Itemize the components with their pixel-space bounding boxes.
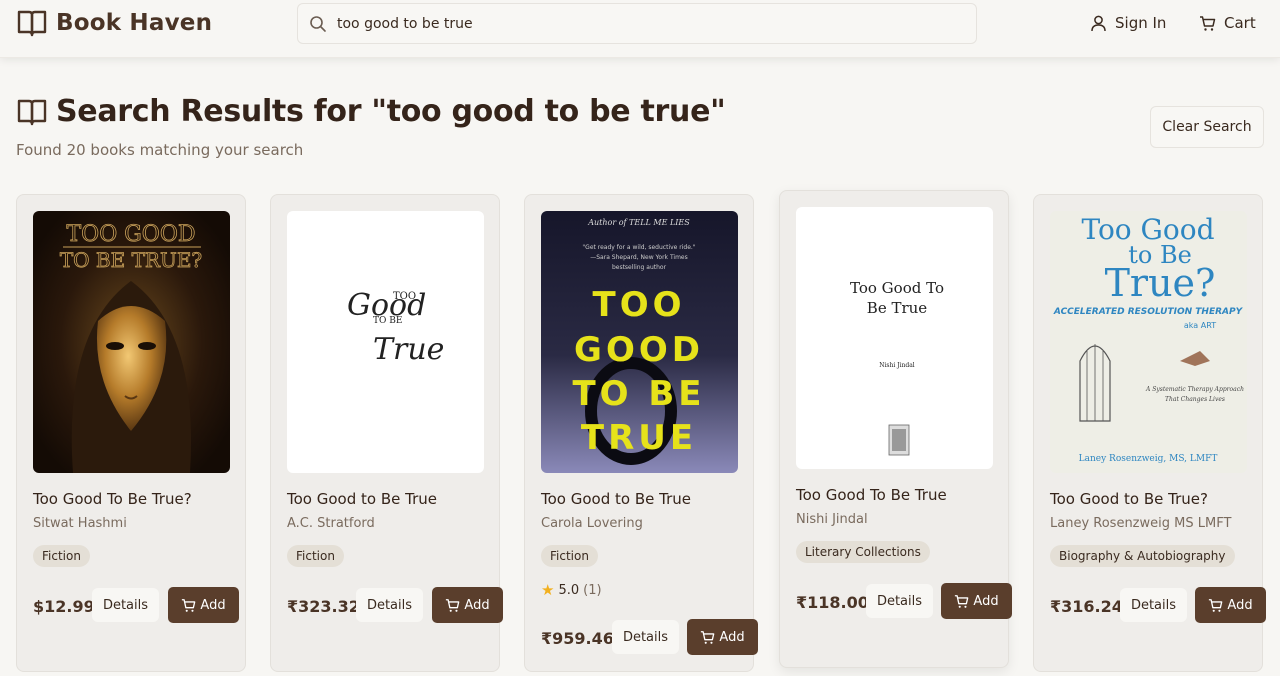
details-button[interactable]: Details (1120, 588, 1187, 622)
svg-text:A Systematic Therapy Approach: A Systematic Therapy Approach (1145, 386, 1244, 393)
cart-icon (955, 594, 969, 608)
book-title[interactable]: Too Good to Be True (541, 490, 691, 508)
top-header: Book Haven Sign In Cart (0, 0, 1280, 58)
cover-image: Too Good to Be True? ACCELERATED RESOLUT… (1050, 211, 1247, 473)
svg-text:Laney Rosenzweig, MS, LMFT: Laney Rosenzweig, MS, LMFT (1079, 454, 1218, 464)
book-author: Carola Lovering (541, 516, 643, 531)
svg-text:Too Good To: Too Good To (850, 279, 944, 297)
add-label: Add (200, 597, 226, 613)
details-button[interactable]: Details (92, 588, 159, 622)
brand-name: Book Haven (56, 10, 213, 36)
svg-text:True?: True? (1105, 261, 1216, 305)
search-icon (310, 15, 326, 32)
add-label: Add (1227, 597, 1253, 613)
cart-icon (1209, 598, 1223, 612)
book-price: ₹316.24 (1050, 597, 1123, 616)
book-card[interactable]: TOO GOOD TO BE TRUE? Too Good To Be True… (16, 194, 246, 672)
cart-icon (182, 598, 196, 612)
book-title[interactable]: Too Good to Be True (287, 490, 437, 508)
book-title[interactable]: Too Good to Be True? (1050, 490, 1208, 508)
results-count: Found 20 books matching your search (16, 141, 304, 159)
add-label: Add (719, 629, 745, 645)
svg-text:Be True: Be True (867, 299, 928, 317)
cover-image: TOO GOOD TO BE TRUE? (33, 211, 230, 473)
results-heading: Search Results for "too good to be true" (16, 94, 726, 129)
svg-text:Nishi Jindal: Nishi Jindal (879, 362, 915, 369)
rating-value: 5.0 (558, 582, 580, 598)
book-title[interactable]: Too Good To Be True (796, 486, 947, 504)
book-price: $12.99 (33, 597, 95, 616)
user-icon (1091, 15, 1106, 31)
add-label: Add (464, 597, 490, 613)
svg-text:TOO: TOO (593, 285, 686, 325)
cart-button[interactable]: Cart (1199, 14, 1256, 32)
svg-text:TO BE: TO BE (373, 316, 402, 326)
add-to-cart-button[interactable]: Add (1195, 587, 1266, 623)
sign-in-label: Sign In (1115, 14, 1167, 32)
genre-badge: Literary Collections (796, 541, 930, 563)
cover-image: TOO Good TO BE True (287, 211, 484, 473)
brand-logo[interactable]: Book Haven (16, 8, 212, 38)
book-cover[interactable]: TOO GOOD TO BE TRUE? (33, 211, 230, 473)
svg-text:"Get ready for a wild, seducti: "Get ready for a wild, seductive ride." (582, 244, 695, 251)
book-cover[interactable]: Too Good to Be True? ACCELERATED RESOLUT… (1050, 211, 1247, 473)
page-title: Search Results for "too good to be true" (56, 94, 726, 129)
svg-text:bestselling author: bestselling author (612, 264, 667, 271)
book-card[interactable]: TOO Good TO BE True Too Good to Be True … (270, 194, 503, 672)
book-cover[interactable]: TOO Good TO BE True (287, 211, 484, 473)
book-card[interactable]: Too Good to Be True? ACCELERATED RESOLUT… (1033, 194, 1266, 672)
search-input[interactable] (337, 15, 937, 32)
add-label: Add (973, 593, 999, 609)
add-to-cart-button[interactable]: Add (941, 583, 1012, 619)
genre-badge: Biography & Autobiography (1050, 545, 1235, 567)
rating: ★ 5.0 (1) (541, 581, 602, 599)
svg-text:Author of TELL ME LIES: Author of TELL ME LIES (587, 218, 690, 227)
svg-text:—Sara Shepard, New York Times: —Sara Shepard, New York Times (590, 254, 688, 261)
genre-badge: Fiction (541, 545, 598, 567)
open-book-icon (17, 99, 47, 125)
search-bar[interactable] (297, 3, 977, 44)
rating-count: (1) (583, 582, 602, 598)
book-cover[interactable]: Too Good To Be True Nishi Jindal (796, 207, 993, 469)
book-author: Nishi Jindal (796, 512, 868, 527)
book-card[interactable]: Author of TELL ME LIES "Get ready for a … (524, 194, 758, 672)
svg-text:True: True (373, 332, 444, 367)
book-price: ₹959.46 (541, 629, 614, 648)
cart-label: Cart (1224, 14, 1256, 32)
details-button[interactable]: Details (356, 588, 423, 622)
add-to-cart-button[interactable]: Add (432, 587, 503, 623)
star-icon: ★ (541, 581, 555, 599)
cart-icon (701, 630, 715, 644)
details-button[interactable]: Details (612, 620, 679, 654)
svg-text:GOOD: GOOD (574, 330, 704, 370)
book-author: Laney Rosenzweig MS LMFT (1050, 516, 1232, 531)
cart-icon (1200, 15, 1216, 31)
book-title[interactable]: Too Good To Be True? (33, 490, 192, 508)
open-book-icon (17, 10, 47, 37)
book-card[interactable]: Too Good To Be True Nishi Jindal Too Goo… (779, 190, 1012, 668)
cover-image: Author of TELL ME LIES "Get ready for a … (541, 211, 738, 473)
book-cover[interactable]: Author of TELL ME LIES "Get ready for a … (541, 211, 738, 473)
svg-text:ACCELERATED RESOLUTION THERAPY: ACCELERATED RESOLUTION THERAPY (1053, 307, 1244, 317)
book-author: A.C. Stratford (287, 516, 375, 531)
genre-badge: Fiction (287, 545, 344, 567)
add-to-cart-button[interactable]: Add (687, 619, 758, 655)
cover-image: Too Good To Be True Nishi Jindal (796, 207, 993, 469)
genre-badge: Fiction (33, 545, 90, 567)
sign-in-button[interactable]: Sign In (1090, 14, 1166, 32)
add-to-cart-button[interactable]: Add (168, 587, 239, 623)
svg-text:TOO GOOD: TOO GOOD (66, 222, 195, 247)
svg-text:TO BE TRUE?: TO BE TRUE? (60, 248, 202, 272)
details-button[interactable]: Details (866, 584, 933, 618)
book-price: ₹118.00 (796, 593, 869, 612)
svg-text:aka ART: aka ART (1184, 321, 1216, 330)
svg-text:TRUE: TRUE (581, 418, 697, 458)
svg-text:That Changes Lives: That Changes Lives (1165, 396, 1225, 403)
book-author: Sitwat Hashmi (33, 516, 127, 531)
book-price: ₹323.32 (287, 597, 360, 616)
cart-icon (446, 598, 460, 612)
svg-text:TO BE: TO BE (572, 374, 705, 414)
clear-search-button[interactable]: Clear Search (1150, 106, 1264, 148)
